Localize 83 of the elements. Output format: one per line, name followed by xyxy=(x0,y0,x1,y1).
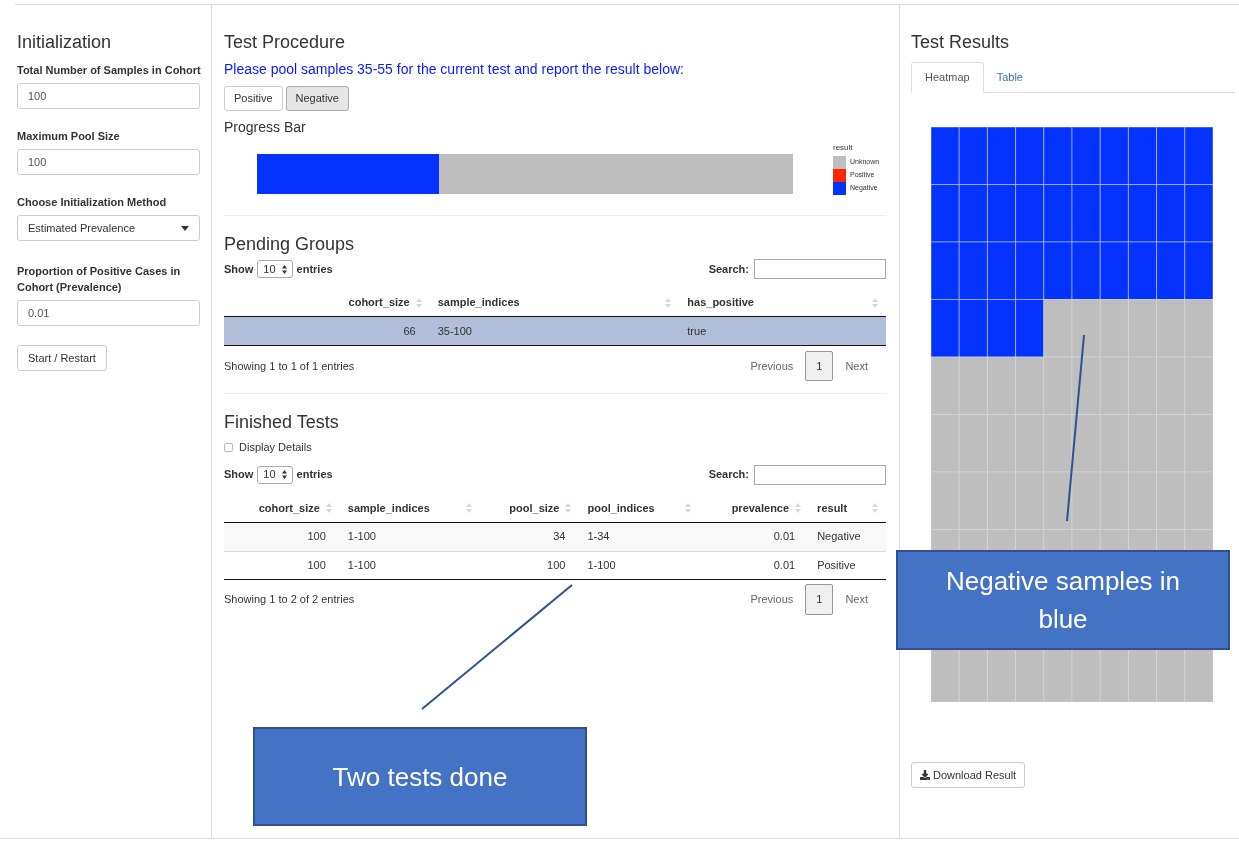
search-label: Search: xyxy=(708,261,749,277)
start-restart-button[interactable]: Start / Restart xyxy=(17,345,107,372)
column-header[interactable]: cohort_size xyxy=(224,289,430,316)
table-cell-text: 0.01 xyxy=(772,529,797,545)
column-header[interactable]: result xyxy=(809,494,886,522)
callout-box: Two tests done xyxy=(253,727,587,826)
table-cell-text: 100 xyxy=(306,529,327,545)
table-cell-text: 35-100 xyxy=(436,323,473,339)
column-header[interactable]: pool_indices xyxy=(579,494,700,522)
table-row[interactable]: 66 35-100 true xyxy=(224,317,886,345)
table-info: Showing 1 to 2 of 2 entries xyxy=(224,592,355,608)
table-cell-text: 1-100 xyxy=(346,529,377,545)
table-cell-text: 34 xyxy=(552,529,567,545)
table-cell-text: Negative xyxy=(816,529,862,545)
download-button[interactable]: Download Result xyxy=(911,762,1026,788)
next-link[interactable]: Next xyxy=(837,591,876,608)
search-field[interactable] xyxy=(754,464,886,485)
table-row[interactable]: 100 1-100 34 1-34 0.01 Negative xyxy=(224,522,886,551)
table-cell-text: 1-100 xyxy=(586,557,617,573)
column-header[interactable]: prevalence xyxy=(699,494,810,522)
input-field[interactable]: 100 xyxy=(17,149,200,175)
table-cell-text: 0.01 xyxy=(772,557,797,573)
sort-icon xyxy=(415,297,422,308)
table-cell-text: 66 xyxy=(402,323,417,339)
search-field[interactable] xyxy=(754,259,886,279)
field-label: Proportion of Positive Cases in Cohort (Prevalence) xyxy=(17,264,182,295)
previous-link[interactable]: Previous xyxy=(742,357,802,375)
table-cell-text: 100 xyxy=(546,557,567,573)
entries-label: entries xyxy=(296,261,333,277)
column-header[interactable]: has_positive xyxy=(679,289,886,316)
subsection-title: Progress Bar xyxy=(224,118,307,137)
tab[interactable]: Table xyxy=(983,62,1036,92)
field-label: Maximum Pool Size xyxy=(17,129,121,144)
result-button[interactable]: Positive xyxy=(224,86,283,111)
callout-box: Negative samples in blue xyxy=(896,550,1230,650)
instruction-text: Please pool samples 35-55 for the current test and report the result below: xyxy=(224,60,685,79)
sort-icon xyxy=(565,503,572,513)
show-label: Show xyxy=(224,261,254,277)
table-cell-text: 100 xyxy=(306,557,327,573)
checkbox-label: Display Details xyxy=(239,440,312,455)
show-label: Show xyxy=(224,467,254,483)
sort-icon xyxy=(665,297,672,308)
page-button[interactable]: 1 xyxy=(805,350,834,382)
previous-link[interactable]: Previous xyxy=(742,591,802,608)
sort-icon xyxy=(795,503,802,513)
table-cell-text: 1-34 xyxy=(586,529,611,545)
sort-icon xyxy=(872,297,878,308)
tab[interactable]: Heatmap xyxy=(911,62,984,93)
sort-icon xyxy=(465,503,472,513)
download-icon xyxy=(920,770,930,780)
section-title: Initialization xyxy=(17,31,113,54)
sort-icon xyxy=(872,503,878,513)
section-title: Test Results xyxy=(911,31,1011,54)
page-button[interactable]: 1 xyxy=(805,584,834,615)
dropdown[interactable]: Estimated Prevalence xyxy=(17,215,200,241)
section-title: Pending Groups xyxy=(224,233,356,256)
table-cell-text: 1-100 xyxy=(346,557,377,573)
legend-title: result xyxy=(833,142,854,154)
sort-icon xyxy=(325,503,332,513)
caret-down-icon xyxy=(181,225,189,231)
result-button[interactable]: Negative xyxy=(285,86,349,111)
table-info: Showing 1 to 1 of 1 entries xyxy=(224,358,355,374)
table-cell-text: true xyxy=(686,323,708,339)
search-label: Search: xyxy=(708,467,749,483)
field-label: Choose Initialization Method xyxy=(17,195,168,210)
field-label: Total Number of Samples in Cohort xyxy=(17,63,202,78)
input-field[interactable]: 0.01 xyxy=(17,300,200,326)
table-cell-text: Positive xyxy=(816,557,857,573)
entries-label: entries xyxy=(296,467,333,483)
input-field[interactable]: 100 xyxy=(17,83,200,109)
section-title: Finished Tests xyxy=(224,411,340,434)
spinner-icon xyxy=(281,264,287,274)
spinner-icon xyxy=(281,470,287,479)
column-header[interactable]: sample_indices xyxy=(429,289,680,316)
sort-icon xyxy=(685,503,692,513)
section-title: Test Procedure xyxy=(224,31,347,54)
entries-select[interactable]: 10 xyxy=(257,260,293,278)
entries-select[interactable]: 10 xyxy=(257,465,293,484)
column-header[interactable]: pool_size xyxy=(479,494,580,522)
column-header[interactable]: cohort_size xyxy=(224,494,340,522)
checkbox[interactable] xyxy=(224,442,233,452)
column-header[interactable]: sample_indices xyxy=(339,494,480,522)
next-link[interactable]: Next xyxy=(837,357,876,375)
